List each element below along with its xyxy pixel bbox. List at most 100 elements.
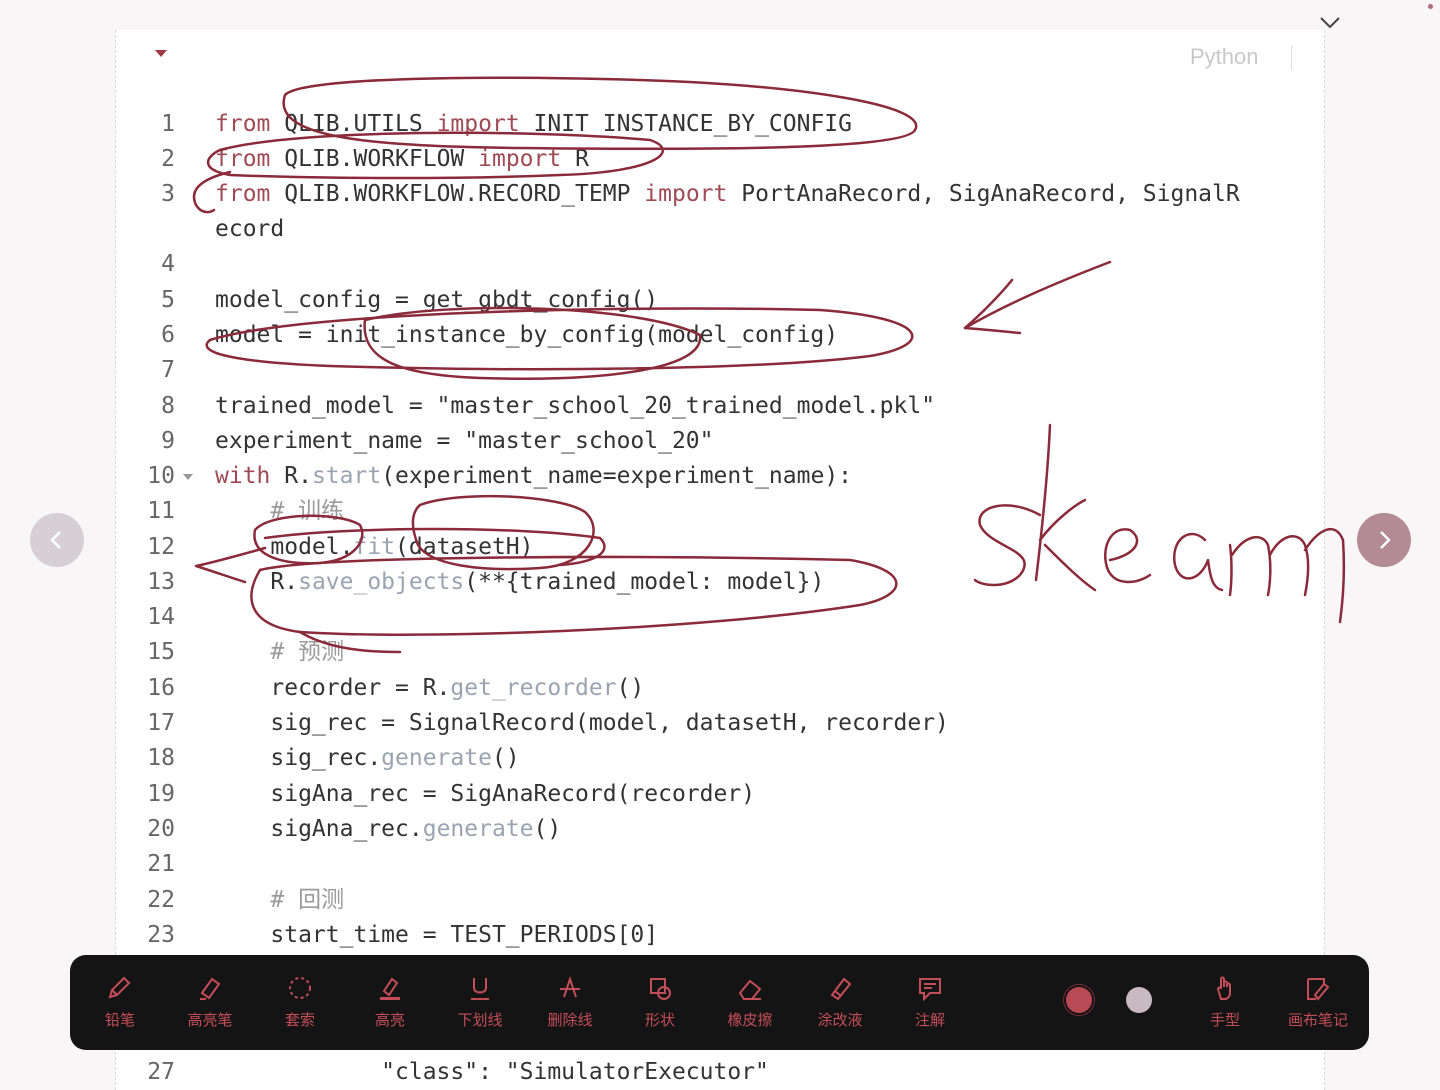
tool-label: 画布笔记 xyxy=(1287,1011,1348,1029)
code-text: from QLIB.WORKFLOW.RECORD_TEMP import Po… xyxy=(215,177,1240,212)
code-token: QLIB.UTILS xyxy=(284,111,437,137)
highlight-icon xyxy=(350,973,430,1005)
code-token: recorder = R. xyxy=(215,675,451,701)
fold-toggle-icon[interactable] xyxy=(183,474,193,480)
line-number: 5 xyxy=(161,287,175,313)
code-text: trained_model = "master_school_20_traine… xyxy=(215,389,935,424)
tool-label: 高亮 xyxy=(374,1011,405,1029)
code-text: ecord xyxy=(215,212,284,247)
line-number: 6 xyxy=(161,322,175,348)
code-token: get_recorder xyxy=(450,675,617,701)
code-token: (**{trained_model: model}) xyxy=(464,569,825,595)
code-text: R.save_objects(**{trained_model: model}) xyxy=(215,565,824,600)
tool-label: 删除线 xyxy=(547,1011,593,1029)
pencil-icon xyxy=(80,973,160,1005)
line-number: 7 xyxy=(161,357,175,383)
tool-label: 下划线 xyxy=(457,1011,503,1029)
code-language-label[interactable]: Python xyxy=(1190,44,1259,70)
code-text: recorder = R.get_recorder() xyxy=(215,671,644,706)
comment-tool[interactable]: 注解 xyxy=(890,973,970,1030)
code-token: (experiment_name=experiment_name): xyxy=(381,463,853,489)
code-token: INIT_INSTANCE_BY_CONFIG xyxy=(533,111,853,137)
chevron-right-icon xyxy=(1380,531,1391,549)
code-token: sig_rec. xyxy=(215,745,382,771)
code-token: QLIB.WORKFLOW xyxy=(284,146,479,172)
code-token: with xyxy=(215,463,285,489)
chevron-down-icon[interactable] xyxy=(1318,12,1342,36)
canvas-notes-icon xyxy=(1278,973,1358,1005)
code-token: sigAna_rec. xyxy=(215,816,423,842)
code-text: from QLIB.WORKFLOW import R xyxy=(215,142,589,177)
next-page-button[interactable] xyxy=(1357,513,1411,567)
chevron-left-icon xyxy=(50,531,61,549)
line-number: 2 xyxy=(161,146,175,172)
line-number: 18 xyxy=(147,745,175,771)
code-token: # 训练 xyxy=(215,498,345,524)
underline-tool[interactable]: 下划线 xyxy=(440,973,520,1030)
line-number: 17 xyxy=(147,710,175,736)
line-number: 4 xyxy=(161,251,175,277)
code-token: start_time = TEST_PERIODS[0] xyxy=(215,922,659,948)
previous-page-button[interactable] xyxy=(30,513,84,567)
eraser-tool[interactable]: 橡皮擦 xyxy=(710,973,790,1030)
line-number: 21 xyxy=(147,851,175,877)
code-text: with R.start(experiment_name=experiment_… xyxy=(215,459,852,494)
line-number: 12 xyxy=(147,534,175,560)
code-token: QLIB.WORKFLOW.RECORD_TEMP xyxy=(284,181,645,207)
code-text: # 训练 xyxy=(215,494,344,529)
code-token: generate xyxy=(381,745,492,771)
line-number: 20 xyxy=(147,816,175,842)
hand-tool[interactable]: 手型 xyxy=(1185,973,1265,1030)
line-number: 1 xyxy=(161,111,175,137)
underline-icon xyxy=(440,973,520,1005)
highlighter-icon xyxy=(170,973,250,1005)
code-token: # 预测 xyxy=(215,639,345,665)
correction-fluid-icon xyxy=(800,973,880,1005)
code-token: () xyxy=(616,675,645,701)
code-token: (datasetH) xyxy=(395,534,534,560)
code-text: model = init_instance_by_config(model_co… xyxy=(215,318,838,353)
code-token: save_objects xyxy=(298,569,465,595)
code-token: import xyxy=(478,146,576,172)
strikethrough-tool[interactable]: 删除线 xyxy=(530,973,610,1030)
code-token: import xyxy=(644,181,742,207)
shape-icon xyxy=(620,973,700,1005)
eraser-icon xyxy=(710,973,790,1005)
correction-fluid-tool[interactable]: 涂改液 xyxy=(800,973,880,1030)
code-text: sig_rec = SignalRecord(model, datasetH, … xyxy=(215,706,949,741)
color-swatch[interactable] xyxy=(1066,987,1092,1013)
code-token: R. xyxy=(284,463,312,489)
language-separator xyxy=(1291,46,1292,70)
annotation-toolbar: 铅笔 高亮笔 套索 高亮 下划线 删除线 形状 橡皮擦 涂改液 注解 手型 画布笔记 xyxy=(70,955,1369,1050)
code-token: start xyxy=(311,463,382,489)
code-token: R xyxy=(575,146,589,172)
line-number: 10 xyxy=(147,463,175,489)
line-number: 22 xyxy=(147,887,175,913)
code-token: model_config = get_gbdt_config() xyxy=(215,287,659,313)
code-token: from xyxy=(215,111,285,137)
hand-icon xyxy=(1185,973,1265,1005)
code-token: () xyxy=(491,745,520,771)
highlight-tool[interactable]: 高亮 xyxy=(350,973,430,1030)
line-number: 8 xyxy=(161,393,175,419)
highlighter-pen-tool[interactable]: 高亮笔 xyxy=(170,973,250,1030)
shape-tool[interactable]: 形状 xyxy=(620,973,700,1030)
pencil-tool[interactable]: 铅笔 xyxy=(80,973,160,1030)
lasso-tool[interactable]: 套索 xyxy=(260,973,340,1030)
code-token: # 回测 xyxy=(215,887,345,913)
code-text: # 回测 xyxy=(215,883,344,918)
tool-label: 套索 xyxy=(284,1011,315,1029)
code-text: experiment_name = "master_school_20" xyxy=(215,424,714,459)
code-token: import xyxy=(436,111,534,137)
code-text: start_time = TEST_PERIODS[0] xyxy=(215,918,658,953)
canvas-notes-tool[interactable]: 画布笔记 xyxy=(1278,973,1358,1030)
code-token: sig_rec = SignalRecord(model, datasetH, … xyxy=(215,710,949,736)
code-token: generate xyxy=(422,816,534,842)
code-text: "class": "SimulatorExecutor" xyxy=(215,1055,769,1090)
collapse-caret-icon[interactable] xyxy=(155,50,167,57)
line-number: 11 xyxy=(147,498,175,524)
code-text: # 预测 xyxy=(215,635,344,670)
color-swatch[interactable] xyxy=(1126,987,1152,1013)
code-token: from xyxy=(215,181,285,207)
tool-label: 高亮笔 xyxy=(187,1011,233,1029)
